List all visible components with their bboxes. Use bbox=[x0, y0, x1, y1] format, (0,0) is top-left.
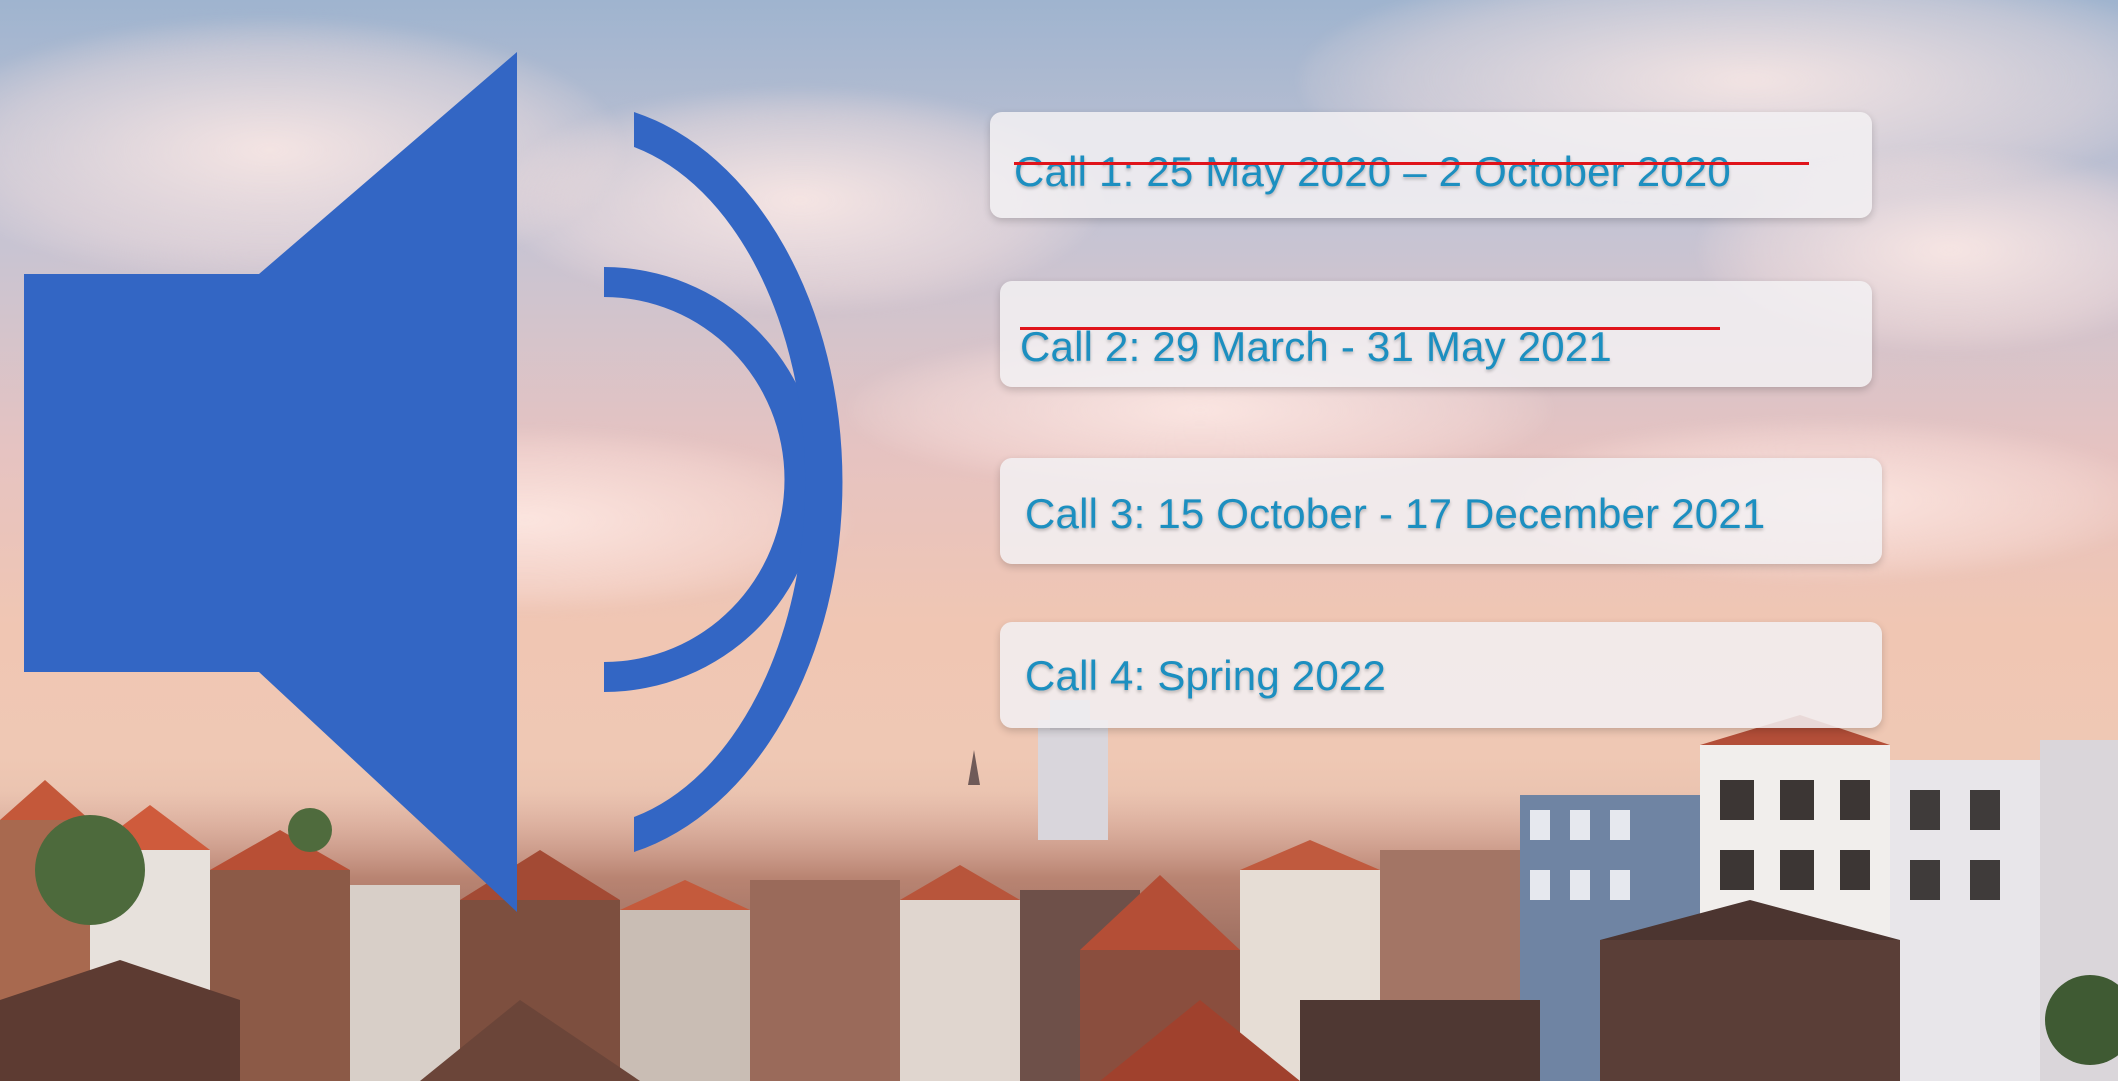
call-2-strikethrough bbox=[1020, 327, 1720, 330]
speaker-volume-icon bbox=[24, 52, 843, 912]
call-4-box: Call 4: Spring 2022 bbox=[1000, 622, 1882, 728]
call-1-box: Call 1: 25 May 2020 – 2 October 2020 bbox=[990, 112, 1872, 218]
call-2-label: Call 2: 29 March - 31 May 2021 bbox=[1020, 323, 1612, 370]
call-4-label: Call 4: Spring 2022 bbox=[1025, 652, 1387, 699]
call-3-box: Call 3: 15 October - 17 December 2021 bbox=[1000, 458, 1882, 564]
call-2-box: Call 2: 29 March - 31 May 2021 bbox=[1000, 281, 1872, 387]
speaker-body bbox=[24, 52, 517, 912]
call-1-strikethrough bbox=[1014, 162, 1809, 165]
slide-canvas: Call 1: 25 May 2020 – 2 October 2020 Cal… bbox=[0, 0, 2118, 1081]
call-1-label: Call 1: 25 May 2020 – 2 October 2020 bbox=[1014, 148, 1731, 195]
call-3-label: Call 3: 15 October - 17 December 2021 bbox=[1025, 490, 1766, 537]
sound-wave-large bbox=[634, 112, 843, 852]
